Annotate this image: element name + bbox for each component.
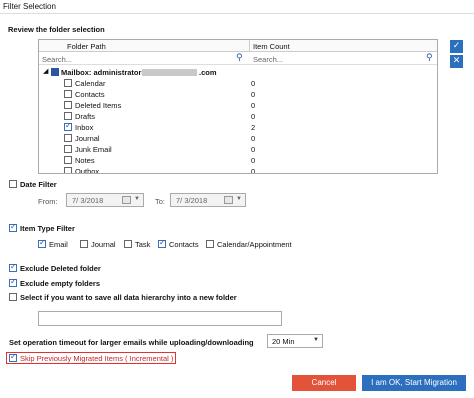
folder-checkbox[interactable] [64,121,72,131]
folder-row[interactable]: Drafts 0 [39,111,437,122]
chevron-down-icon[interactable]: ▼ [313,337,319,343]
folder-name: Notes [75,156,95,165]
mailbox-row[interactable]: ◢ Mailbox: administrator@ .com [39,66,437,78]
timeout-value: 20 Min [272,337,295,346]
item-type-label: Task [135,240,151,249]
folder-row[interactable]: Junk Email 0 [39,144,437,155]
item-type-checkbox[interactable] [38,238,46,248]
item-count: 0 [251,167,256,174]
folder-grid: Folder Path Item Count Search... ⚲ Searc… [38,39,438,174]
col-item-count[interactable]: Item Count [253,42,290,51]
search-icon[interactable]: ⚲ [426,54,435,63]
folder-checkbox[interactable] [64,90,72,98]
item-type-checkbox[interactable] [124,240,132,248]
folder-name: Outbox [75,167,100,174]
date-filter-label: Date Filter [20,180,57,189]
folder-row[interactable]: Journal 0 [39,133,437,144]
item-type-label: Email [49,240,68,249]
item-count: 0 [251,101,256,110]
skip-migrated-checkbox[interactable] [9,352,17,362]
window-title: Filter Selection [3,2,56,11]
folder-row[interactable]: Inbox 2 [39,121,437,133]
item-type-label: Journal [91,240,116,249]
exclude-empty-label: Exclude empty folders [20,279,101,288]
item-type-label: Calendar/Appointment [217,240,292,249]
item-type-checkbox[interactable] [158,238,166,248]
item-type-checkbox[interactable] [80,240,88,248]
review-label: Review the folder selection [8,25,105,34]
item-count: 0 [251,79,256,88]
item-type-label: Contacts [169,240,199,249]
item-type-checkbox[interactable] [206,240,214,248]
item-count: 0 [251,90,256,99]
search-icon[interactable]: ⚲ [236,54,245,63]
skip-migrated-label: Skip Previously Migrated Items ( Increme… [20,354,174,363]
item-count: 2 [251,123,256,132]
folder-name: Deleted Items [75,101,122,110]
dropdown-arrow-icon[interactable]: ▼ [236,196,242,202]
item-type-filter-label: Item Type Filter [20,224,75,233]
folder-search-input[interactable]: Search... [42,55,72,64]
calendar-icon[interactable] [122,196,131,204]
save-hierarchy-label: Select if you want to save all data hier… [20,293,237,302]
col-divider [249,40,250,52]
folder-name: Junk Email [75,145,112,154]
from-label: From: [38,197,58,206]
folder-checkbox[interactable] [64,156,72,164]
calendar-icon[interactable] [224,196,233,204]
folder-name: Inbox [75,123,94,132]
select-all-button[interactable]: ✓ [450,40,463,53]
save-hierarchy-checkbox[interactable] [9,293,17,301]
collapse-arrow-icon[interactable]: ◢ [43,67,48,75]
folder-row[interactable]: Outbox 0 [39,166,437,174]
to-label: To: [155,197,166,206]
deselect-all-button[interactable]: ✕ [450,55,463,68]
folder-checkbox[interactable] [64,79,72,87]
count-search-input[interactable]: Search... [253,55,283,64]
folder-row[interactable]: Deleted Items 0 [39,100,437,111]
mailbox-label: Mailbox: administrator@ [61,68,149,77]
folder-checkbox[interactable] [64,101,72,109]
dropdown-arrow-icon[interactable]: ▼ [134,196,140,202]
new-folder-name-input[interactable] [38,311,282,326]
exclude-deleted-label: Exclude Deleted folder [20,264,101,273]
folder-row[interactable]: Notes 0 [39,155,437,166]
folder-name: Drafts [75,112,96,121]
redacted-email [142,69,197,76]
cancel-button[interactable]: Cancel [292,375,356,391]
folder-checkbox[interactable] [64,112,72,120]
title-bar: Filter Selection [0,0,474,14]
exclude-deleted-checkbox[interactable] [9,262,17,272]
item-type-filter-checkbox[interactable] [9,222,17,232]
item-count: 0 [251,112,256,121]
mailbox-suffix: .com [199,68,217,77]
folder-checkbox[interactable] [64,134,72,142]
folder-row[interactable]: Contacts 0 [39,89,437,100]
col-folder-path[interactable]: Folder Path [67,42,106,51]
mailbox-checkbox[interactable] [51,66,59,76]
folder-checkbox[interactable] [64,145,72,153]
search-row: Search... ⚲ Search... ⚲ [39,53,437,65]
folder-row[interactable]: Calendar 0 [39,78,437,89]
from-date-value: 7/ 3/2018 [72,196,104,205]
folder-name: Journal [75,134,100,143]
folder-name: Contacts [75,90,105,99]
exclude-empty-checkbox[interactable] [9,277,17,287]
item-count: 0 [251,156,256,165]
to-date-input[interactable]: 7/ 3/2018 ▼ [170,193,246,207]
from-date-input[interactable]: 7/ 3/2018 ▼ [66,193,144,207]
grid-header: Folder Path Item Count [39,40,437,52]
timeout-select[interactable]: 20 Min ▼ [267,334,323,348]
item-count: 0 [251,134,256,143]
folder-checkbox[interactable] [64,167,72,173]
to-date-value: 7/ 3/2018 [176,196,208,205]
folder-name: Calendar [75,79,106,88]
start-migration-button[interactable]: I am OK, Start Migration [362,375,466,391]
timeout-label: Set operation timeout for larger emails … [9,338,254,347]
date-filter-checkbox[interactable] [9,180,17,188]
item-count: 0 [251,145,256,154]
